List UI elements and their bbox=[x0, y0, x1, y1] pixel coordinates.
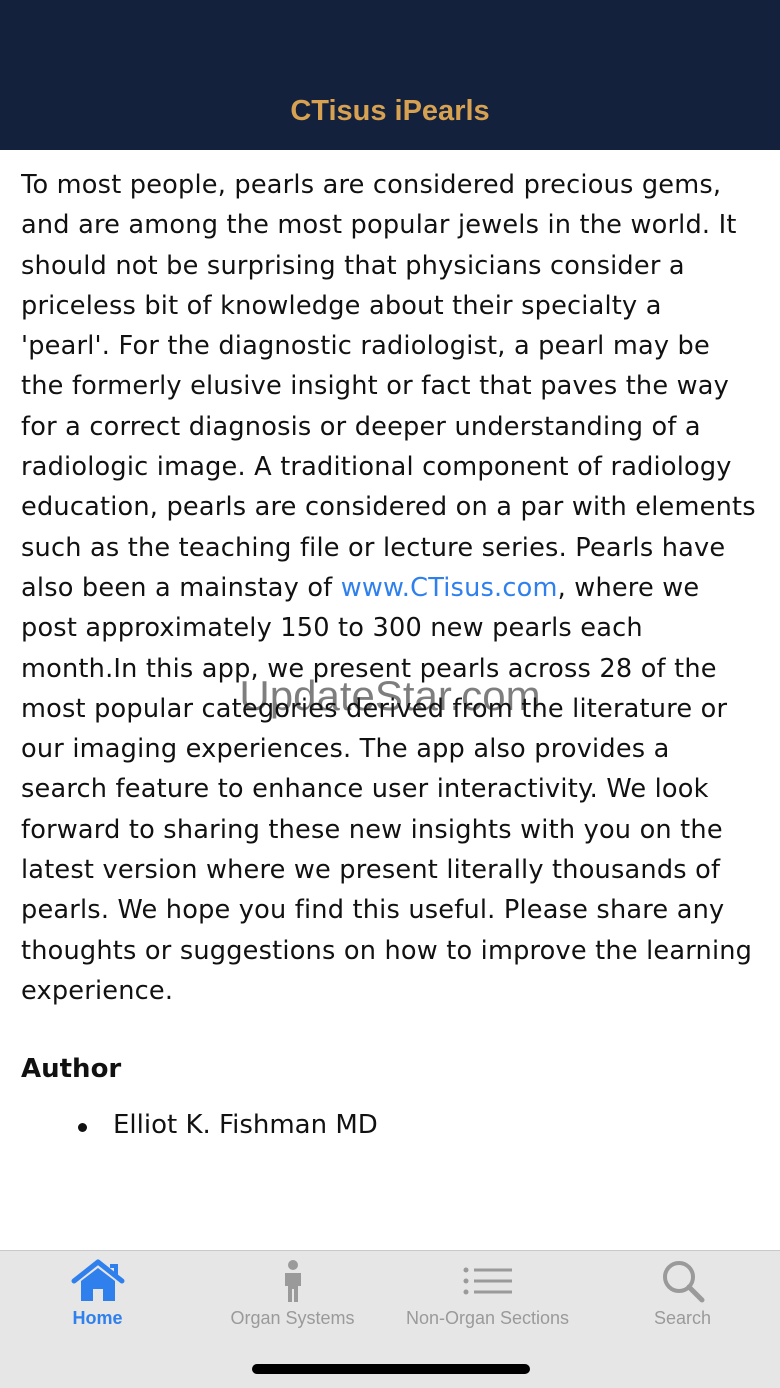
search-icon bbox=[585, 1259, 780, 1303]
tab-label: Home bbox=[72, 1308, 123, 1328]
tab-organ-systems[interactable]: Organ Systems bbox=[195, 1251, 390, 1341]
tab-label: Search bbox=[653, 1308, 712, 1328]
ctisus-link[interactable]: www.CTisus.com bbox=[341, 573, 558, 603]
author-list-item: Elliot K. Fishman MD bbox=[21, 1107, 759, 1143]
tab-search[interactable]: Search bbox=[585, 1251, 780, 1341]
about-content[interactable]: To most people, pearls are considered pr… bbox=[21, 165, 759, 1250]
tab-label: Organ Systems bbox=[230, 1308, 355, 1328]
tab-non-organ-sections[interactable]: Non-Organ Sections bbox=[390, 1251, 585, 1341]
home-indicator bbox=[252, 1364, 530, 1374]
author-heading: Author bbox=[21, 1054, 122, 1085]
author-name: Elliot K. Fishman MD bbox=[113, 1110, 378, 1141]
tab-label: Non-Organ Sections bbox=[405, 1308, 570, 1328]
author-list: Elliot K. Fishman MD bbox=[21, 1107, 759, 1143]
home-icon bbox=[0, 1259, 195, 1303]
page-title: CTisus iPearls bbox=[290, 95, 490, 127]
intro-text-after-link: , where we post approximately 150 to 300… bbox=[21, 572, 753, 1006]
intro-text-before-link: To most people, pearls are considered pr… bbox=[21, 170, 756, 603]
bullet-icon bbox=[78, 1123, 87, 1133]
tab-home[interactable]: Home bbox=[0, 1251, 195, 1341]
nav-header: CTisus iPearls bbox=[0, 0, 780, 150]
list-icon bbox=[390, 1259, 585, 1303]
intro-paragraph: To most people, pearls are considered pr… bbox=[21, 165, 759, 1011]
person-icon bbox=[195, 1259, 390, 1303]
